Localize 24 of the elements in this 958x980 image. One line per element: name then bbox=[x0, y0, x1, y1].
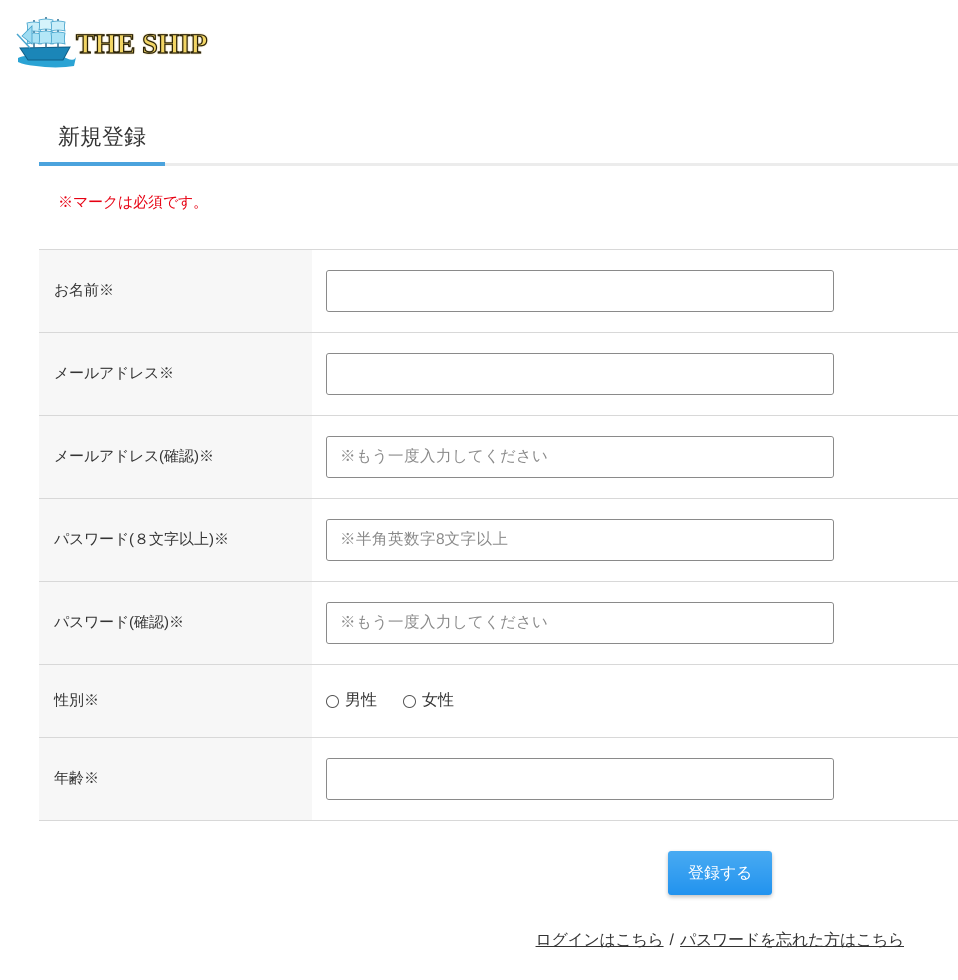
ship-icon bbox=[16, 14, 76, 68]
field-label: 性別※ bbox=[54, 691, 99, 711]
logo-text: THE SHIP bbox=[76, 30, 208, 60]
forgot-password-link[interactable]: パスワードを忘れた方はこちら bbox=[680, 931, 904, 951]
input-field[interactable]: ※半角英数字8文字以上 bbox=[326, 519, 834, 561]
input-field[interactable] bbox=[326, 353, 834, 395]
field-label: パスワード(確認)※ bbox=[54, 613, 184, 633]
field-label: メールアドレス(確認)※ bbox=[54, 447, 214, 467]
radio-label[interactable]: 女性 bbox=[422, 691, 454, 711]
radio-button[interactable] bbox=[326, 694, 339, 708]
required-note: ※マークは必須です。 bbox=[58, 193, 208, 213]
login-link[interactable]: ログインはこちら bbox=[536, 931, 664, 951]
input-field[interactable] bbox=[326, 758, 834, 800]
radio-label[interactable]: 男性 bbox=[345, 691, 377, 711]
input-field[interactable] bbox=[326, 270, 834, 312]
field-label: お名前※ bbox=[54, 281, 114, 301]
input-field[interactable]: ※もう一度入力してください bbox=[326, 436, 834, 478]
link-separator: / bbox=[670, 931, 674, 951]
page-title: 新規登録 bbox=[39, 122, 165, 166]
field-label: メールアドレス※ bbox=[54, 364, 174, 384]
input-field[interactable]: ※もう一度入力してください bbox=[326, 602, 834, 644]
field-label: パスワード(８文字以上)※ bbox=[54, 530, 229, 550]
field-label: 年齢※ bbox=[54, 769, 99, 789]
radio-button[interactable] bbox=[403, 694, 416, 708]
